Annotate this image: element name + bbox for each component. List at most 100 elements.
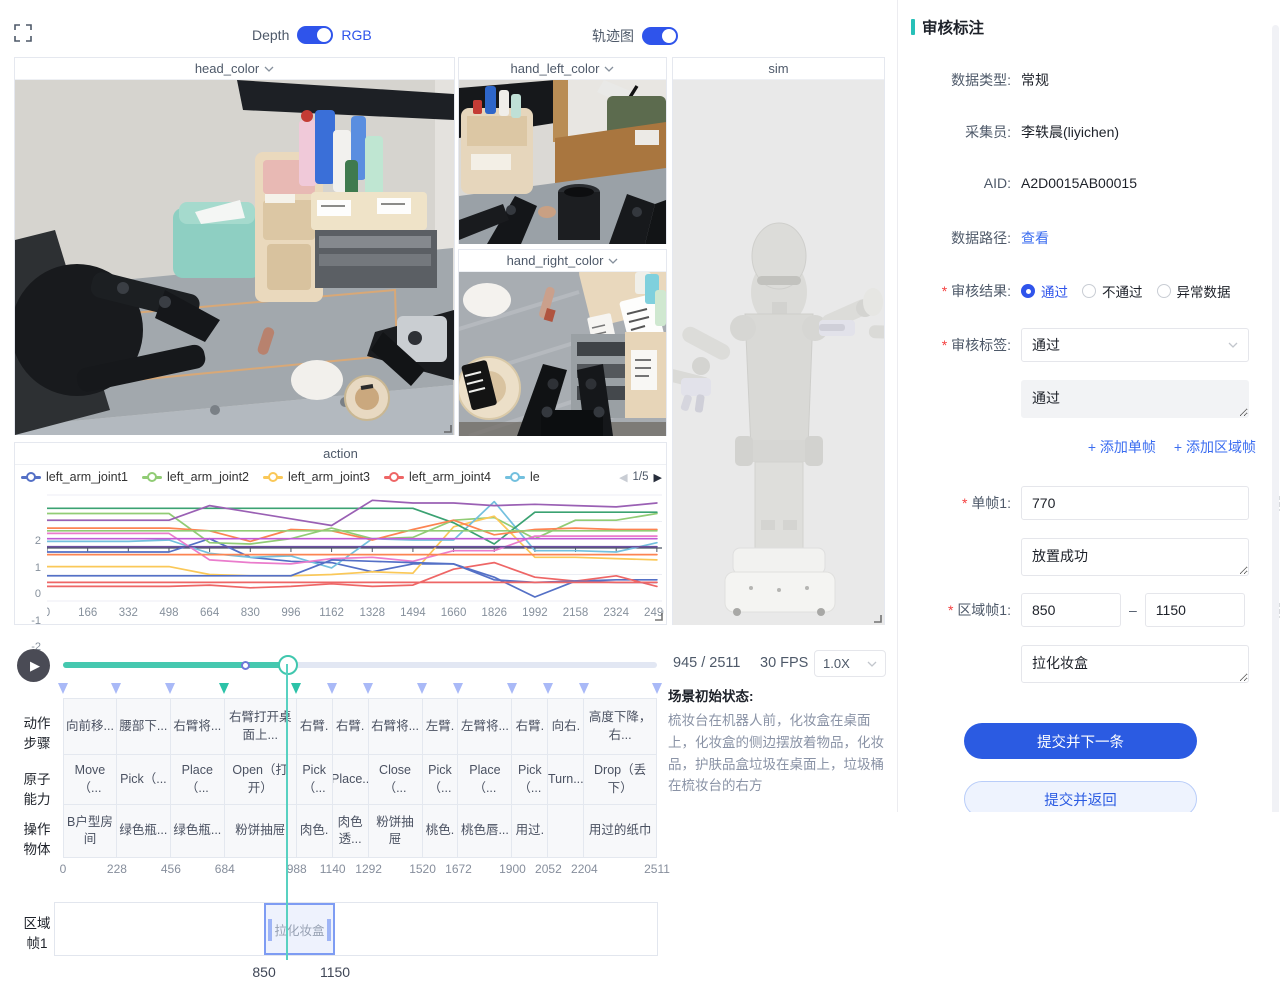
boundary-marker-icon bbox=[507, 683, 517, 694]
timeline-slider[interactable] bbox=[63, 662, 657, 668]
radio-selected-icon bbox=[1021, 284, 1035, 298]
head-camera-select[interactable]: head_color bbox=[15, 58, 454, 80]
table-cell: 右臂. bbox=[297, 698, 333, 755]
depth-rgb-toggle[interactable] bbox=[297, 26, 333, 44]
x-tick-label: 664 bbox=[200, 607, 219, 619]
depth-rgb-toggle-group: Depth RGB bbox=[252, 26, 372, 44]
collector-label: 采集员: bbox=[911, 122, 1011, 142]
radio-unselected-icon bbox=[1082, 284, 1096, 298]
slider-handle[interactable] bbox=[278, 655, 298, 675]
data-path-label: 数据路径: bbox=[911, 228, 1011, 248]
x-tick-label: 332 bbox=[119, 607, 138, 619]
hand-right-camera-select[interactable]: hand_right_color bbox=[459, 250, 666, 272]
resize-handle-icon[interactable] bbox=[654, 612, 663, 621]
range-separator: – bbox=[1129, 602, 1137, 618]
submit-next-button[interactable]: 提交并下一条 bbox=[964, 723, 1197, 759]
scale-tick-label: 1140 bbox=[320, 862, 346, 876]
chart-canvas bbox=[47, 489, 662, 607]
hand-left-camera-select[interactable]: hand_left_color bbox=[459, 58, 666, 80]
table-cell: 右臂. bbox=[512, 698, 548, 755]
panel-scrollbar[interactable] bbox=[1272, 25, 1279, 830]
legend-next-page-icon[interactable]: ▶ bbox=[654, 471, 662, 484]
review-tag-row: 审核标签: 通过 bbox=[911, 328, 1261, 362]
add-region-frame-link[interactable]: + 添加区域帧 bbox=[1174, 437, 1256, 457]
collector-value: 李轶晨(liyichen) bbox=[1021, 122, 1119, 142]
single-frame-note-row: 放置成功 bbox=[911, 538, 1261, 576]
legend-label: left_arm_joint4 bbox=[409, 470, 491, 484]
scene-title: 场景初始状态: bbox=[668, 689, 754, 704]
x-tick-label: 498 bbox=[159, 607, 178, 619]
scale-tick-label: 2204 bbox=[571, 862, 598, 876]
scale-tick-label: 2511 bbox=[644, 862, 670, 876]
region-start-label: 850 bbox=[252, 964, 275, 980]
table-cell: Pick（... bbox=[117, 755, 171, 805]
legend-label: left_arm_joint2 bbox=[167, 470, 249, 484]
region-frame-track[interactable]: 拉化妆盒 bbox=[54, 902, 658, 956]
data-path-view-link[interactable]: 查看 bbox=[1021, 228, 1049, 248]
table-cell: 桃色唇... bbox=[458, 805, 512, 858]
legend-prev-page-icon[interactable]: ◀ bbox=[619, 471, 627, 484]
review-result-row: 审核结果: 通过 不通过 异常数据 bbox=[911, 281, 1261, 301]
review-tag-note-row: 通过 bbox=[911, 380, 1261, 418]
table-cell: 左臂. bbox=[423, 698, 459, 755]
radio-option-fail[interactable]: 不通过 bbox=[1082, 281, 1143, 301]
row-label-ability: 原子 能力 bbox=[14, 770, 60, 809]
region-frame-end-input[interactable] bbox=[1145, 593, 1245, 627]
fullscreen-icon[interactable] bbox=[14, 24, 32, 42]
legend-item-left_arm_joint3[interactable]: left_arm_joint3 bbox=[263, 470, 370, 484]
x-tick-label: 1328 bbox=[359, 607, 385, 619]
region-frame-note[interactable]: 拉化妆盒 bbox=[1021, 645, 1249, 683]
single-frame-input[interactable] bbox=[1021, 486, 1249, 520]
y-tick-label: 0 bbox=[15, 588, 41, 600]
trajectory-toggle-group: 轨迹图 bbox=[592, 26, 678, 46]
sim-viewport[interactable] bbox=[673, 80, 884, 625]
single-frame-note[interactable]: 放置成功 bbox=[1021, 538, 1249, 576]
chart-legend: left_arm_joint1 left_arm_joint2 left_arm_j… bbox=[21, 465, 662, 489]
chevron-down-icon bbox=[1228, 342, 1238, 348]
data-type-label: 数据类型: bbox=[911, 70, 1011, 90]
row-label-object: 操作 物体 bbox=[14, 820, 60, 859]
resize-handle-icon[interactable] bbox=[873, 614, 882, 623]
single-frame-dot-marker[interactable] bbox=[241, 661, 250, 670]
single-frame-row: 单帧1: bbox=[911, 486, 1261, 520]
segment-right-handle[interactable] bbox=[327, 919, 331, 941]
segment-left-handle[interactable] bbox=[268, 919, 272, 941]
aid-row: AID: A2D0015AB00015 bbox=[911, 175, 1261, 191]
radio-option-pass[interactable]: 通过 bbox=[1021, 281, 1068, 301]
legend-item-le[interactable]: le bbox=[505, 470, 540, 484]
legend-item-left_arm_joint4[interactable]: left_arm_joint4 bbox=[384, 470, 491, 484]
timeline-rail bbox=[63, 642, 657, 682]
legend-marker-icon bbox=[263, 472, 283, 482]
x-tick-label: 2324 bbox=[603, 607, 629, 619]
playhead-line[interactable] bbox=[286, 664, 288, 960]
panel-bottom-clip bbox=[897, 812, 1280, 987]
boundary-marker-icon bbox=[652, 683, 662, 694]
playback-speed-select[interactable]: 1.0X bbox=[814, 650, 886, 677]
frame-progress-text: 945 / 2511 bbox=[673, 655, 740, 671]
region-frame-start-input[interactable] bbox=[1021, 593, 1121, 627]
table-cell: 用过. bbox=[512, 805, 548, 858]
resize-handle-icon[interactable] bbox=[443, 424, 452, 433]
region-segment[interactable]: 拉化妆盒 bbox=[264, 903, 335, 955]
scale-tick-label: 988 bbox=[287, 862, 307, 876]
table-cell: 右臂将... bbox=[171, 698, 225, 755]
head-camera-title: head_color bbox=[195, 61, 259, 76]
toggle-knob bbox=[317, 28, 331, 42]
head-camera-image bbox=[15, 80, 454, 435]
review-tag-note[interactable]: 通过 bbox=[1021, 380, 1249, 418]
table-cell: 腰部下... bbox=[117, 698, 171, 755]
review-tag-select[interactable]: 通过 bbox=[1021, 328, 1249, 362]
radio-option-abnormal[interactable]: 异常数据 bbox=[1157, 281, 1231, 301]
trajectory-toggle[interactable] bbox=[642, 27, 678, 45]
table-cell: 绿色瓶... bbox=[117, 805, 171, 858]
legend-item-left_arm_joint1[interactable]: left_arm_joint1 bbox=[21, 470, 128, 484]
fps-text: 30 FPS bbox=[760, 655, 808, 671]
boundary-marker-icon bbox=[417, 683, 427, 694]
add-single-frame-link[interactable]: + 添加单帧 bbox=[1088, 437, 1156, 457]
legend-item-left_arm_joint2[interactable]: left_arm_joint2 bbox=[142, 470, 249, 484]
radio-label: 不通过 bbox=[1102, 281, 1143, 301]
play-button[interactable]: ▶ bbox=[17, 649, 50, 682]
x-tick-label: 1826 bbox=[481, 607, 507, 619]
boundary-marker-icon bbox=[219, 683, 229, 694]
legend-marker-icon bbox=[142, 472, 162, 482]
